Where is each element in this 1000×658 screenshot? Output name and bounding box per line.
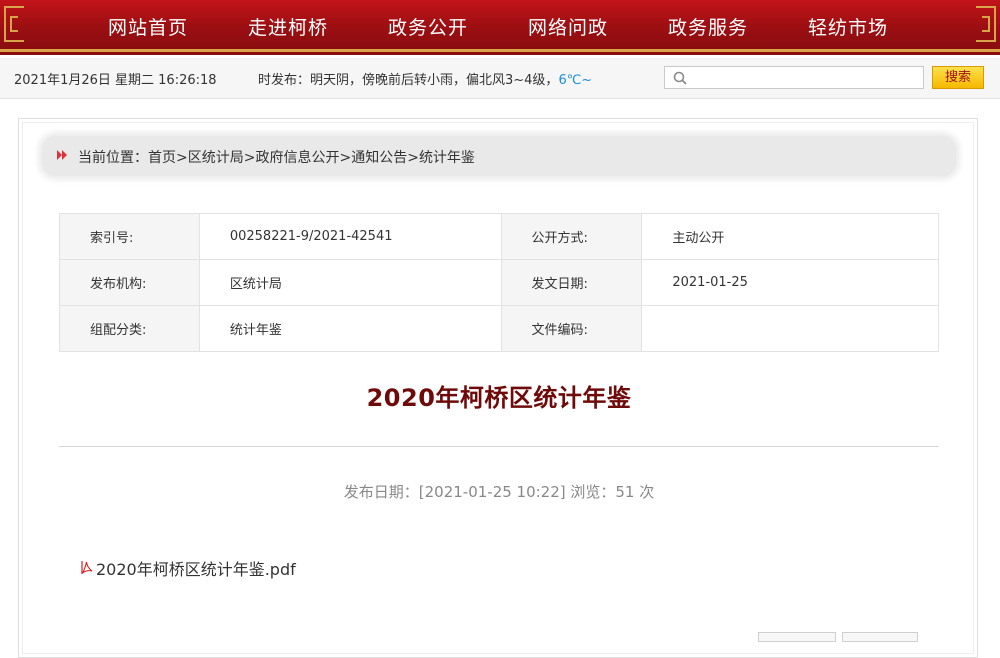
breadcrumb-sep: > [339, 150, 352, 166]
publisher-label: 发布机构: [59, 259, 200, 306]
document-code-value [641, 305, 939, 352]
publisher-value: 区统计局 [198, 259, 502, 306]
breadcrumb-yearbook[interactable]: 统计年鉴 [419, 150, 475, 166]
attachment-filename: 2020年柯桥区统计年鉴.pdf [96, 560, 296, 579]
current-datetime: 2021年1月26日 星期二 16:26:18 [14, 73, 217, 88]
index-number-label: 索引号: [59, 213, 200, 260]
category-value: 统计年鉴 [198, 305, 502, 352]
table-row: 发布机构: 区统计局 发文日期: 2021-01-25 [59, 259, 939, 306]
nav-about-keqiao[interactable]: 走进柯桥 [218, 13, 358, 40]
nav-textile-market[interactable]: 轻纺市场 [778, 13, 918, 40]
search-box [664, 66, 924, 89]
double-arrow-icon [57, 150, 67, 160]
disclosure-method-label: 公开方式: [500, 213, 643, 260]
index-number-value: 00258221-9/2021-42541 [198, 213, 502, 260]
pdf-icon [81, 561, 93, 574]
search-button[interactable]: 搜索 [932, 66, 984, 89]
breadcrumb-sep: > [243, 150, 256, 166]
disclosure-method-value: 主动公开 [641, 213, 939, 260]
weather-ticker: 时发布：明天阴，傍晚前后转小雨，偏北风3~4级，6℃~ [258, 69, 610, 88]
attachment-link[interactable]: 2020年柯桥区统计年鉴.pdf [80, 558, 296, 579]
page-button-stub[interactable] [758, 632, 836, 642]
article-title: 2020年柯桥区统计年鉴 [366, 384, 632, 412]
ornament-left [4, 6, 24, 42]
breadcrumb-notices[interactable]: 通知公告 [351, 150, 407, 166]
nav-home[interactable]: 网站首页 [78, 13, 218, 40]
table-row: 索引号: 00258221-9/2021-42541 公开方式: 主动公开 [59, 213, 939, 260]
nav-items: 网站首页 走进柯桥 政务公开 网络问政 政务服务 轻纺市场 [78, 0, 918, 52]
nav-gov-affairs[interactable]: 政务公开 [358, 13, 498, 40]
info-bar: 2021年1月26日 星期二 16:26:18 时发布：明天阴，傍晚前后转小雨，… [0, 58, 1000, 99]
weather-text: 时发布：明天阴，傍晚前后转小雨，偏北风3~4级， [258, 73, 559, 88]
breadcrumb-home[interactable]: 首页 [148, 150, 176, 166]
nav-online-inquiry[interactable]: 网络问政 [498, 13, 638, 40]
search-icon [673, 71, 687, 85]
breadcrumb-sep: > [407, 150, 419, 166]
top-nav: 网站首页 走进柯桥 政务公开 网络问政 政务服务 轻纺市场 [0, 0, 1000, 55]
ornament-right [976, 6, 996, 42]
document-code-label: 文件编码: [500, 305, 643, 352]
breadcrumb-sep: > [176, 150, 188, 166]
publish-info: 发布日期：[2021-01-25 10:22] 浏览：51 次 [343, 483, 655, 501]
table-row: 组配分类: 统计年鉴 文件编码: [59, 305, 939, 352]
breadcrumb-gov-info[interactable]: 政府信息公开 [255, 150, 339, 166]
breadcrumb: 当前位置：首页>区统计局>政府信息公开>通知公告>统计年鉴 [42, 136, 956, 176]
weather-temperature: 6℃~ [558, 73, 593, 88]
breadcrumb-path: 当前位置：首页>区统计局>政府信息公开>通知公告>统计年鉴 [78, 147, 475, 167]
title-divider [59, 446, 939, 447]
breadcrumb-prefix: 当前位置： [78, 150, 148, 166]
page-button-stub[interactable] [842, 632, 918, 642]
metadata-table: 索引号: 00258221-9/2021-42541 公开方式: 主动公开 发布… [59, 213, 939, 352]
search-input[interactable] [693, 68, 923, 89]
category-label: 组配分类: [59, 305, 200, 352]
issue-date-label: 发文日期: [500, 259, 643, 306]
breadcrumb-stats-bureau[interactable]: 区统计局 [188, 150, 244, 166]
issue-date-value: 2021-01-25 [641, 259, 939, 306]
nav-gov-services[interactable]: 政务服务 [638, 13, 778, 40]
